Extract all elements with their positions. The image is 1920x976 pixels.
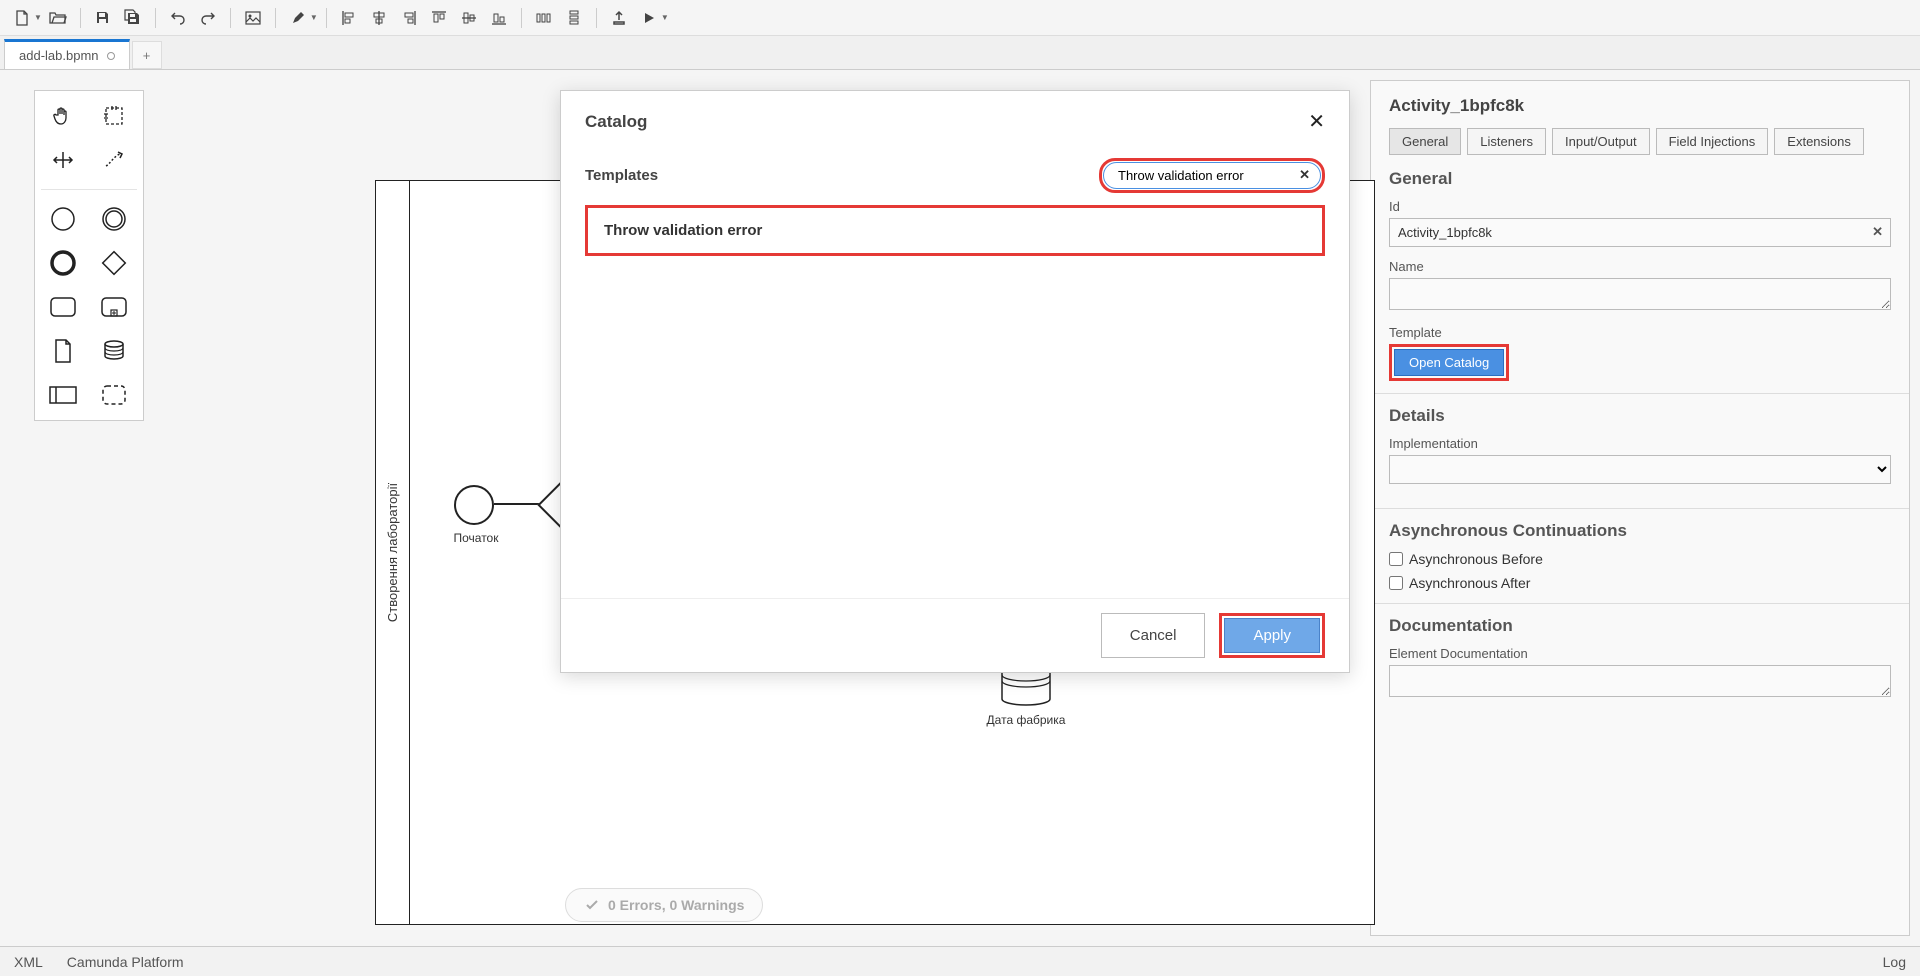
space-tool-icon[interactable] [41,141,85,179]
element-doc-label: Element Documentation [1389,646,1891,661]
align-right-icon[interactable] [395,4,423,32]
participant-icon[interactable] [41,376,85,414]
data-store-label: Дата фабрика [966,713,1086,727]
footer-bar: XML Camunda Platform Log [0,946,1920,976]
status-text: 0 Errors, 0 Warnings [608,897,744,913]
general-group-title: General [1389,169,1891,189]
lane-label: Створення лабораторії [376,181,410,924]
name-input[interactable] [1389,278,1891,310]
file-tab[interactable]: add-lab.bpmn [4,39,130,69]
modal-title: Catalog [585,112,647,132]
templates-label: Templates [585,167,658,184]
tab-dirty-indicator [107,52,115,60]
footer-xml[interactable]: XML [14,954,43,970]
run-dropdown[interactable]: ▼ [661,13,669,22]
tab-general[interactable]: General [1389,128,1461,155]
async-group-title: Asynchronous Continuations [1389,521,1891,541]
distribute-h-icon[interactable] [530,4,558,32]
new-file-icon[interactable] [8,4,36,32]
apply-button[interactable]: Apply [1224,618,1320,653]
validation-status[interactable]: 0 Errors, 0 Warnings [565,888,763,922]
end-event-icon[interactable] [41,244,85,282]
align-left-icon[interactable] [335,4,363,32]
properties-tabs: General Listeners Input/Output Field Inj… [1389,128,1891,155]
check-icon [584,897,600,913]
separator [326,8,327,28]
tab-input-output[interactable]: Input/Output [1552,128,1650,155]
template-result-item[interactable]: Throw validation error [585,205,1325,256]
name-label: Name [1389,259,1891,274]
async-before-checkbox[interactable]: Asynchronous Before [1389,551,1891,567]
separator [155,8,156,28]
align-bottom-icon[interactable] [485,4,513,32]
hand-tool-icon[interactable] [41,97,85,135]
element-doc-input[interactable] [1389,665,1891,697]
save-icon[interactable] [89,4,117,32]
implementation-select[interactable] [1389,455,1891,484]
new-file-dropdown[interactable]: ▼ [34,13,42,22]
tab-listeners[interactable]: Listeners [1467,128,1546,155]
details-group-title: Details [1389,406,1891,426]
start-event-label: Початок [446,531,506,545]
async-after-checkbox[interactable]: Asynchronous After [1389,575,1891,591]
open-catalog-button[interactable]: Open Catalog [1394,349,1504,376]
redo-icon[interactable] [194,4,222,32]
documentation-group-title: Documentation [1389,616,1891,636]
element-id-header: Activity_1bpfc8k [1389,96,1891,116]
clear-search-icon[interactable]: ✕ [1299,167,1310,183]
toolbar: ▼ ▼ ▼ [0,0,1920,36]
highlight-icon[interactable] [284,4,312,32]
highlight-dropdown[interactable]: ▼ [310,13,318,22]
id-input[interactable] [1389,218,1891,247]
footer-platform[interactable]: Camunda Platform [67,954,184,970]
footer-log[interactable]: Log [1883,954,1906,970]
template-label: Template [1389,325,1891,340]
separator [521,8,522,28]
separator [596,8,597,28]
tab-field-injections[interactable]: Field Injections [1656,128,1769,155]
run-icon[interactable] [635,4,663,32]
group-icon[interactable] [92,376,136,414]
separator [230,8,231,28]
subprocess-icon[interactable] [92,288,136,326]
deploy-icon[interactable] [605,4,633,32]
separator [275,8,276,28]
start-event[interactable] [454,485,494,525]
image-icon[interactable] [239,4,267,32]
task-icon[interactable] [41,288,85,326]
tab-filename: add-lab.bpmn [19,48,99,63]
lasso-tool-icon[interactable] [92,97,136,135]
connect-tool-icon[interactable] [92,141,136,179]
add-tab-button[interactable]: + [132,41,162,69]
tab-bar: add-lab.bpmn + [0,36,1920,70]
intermediate-event-icon[interactable] [92,200,136,238]
start-event-icon[interactable] [41,200,85,238]
tab-extensions[interactable]: Extensions [1774,128,1864,155]
cancel-button[interactable]: Cancel [1101,613,1206,658]
clear-id-icon[interactable]: ✕ [1872,224,1883,240]
distribute-v-icon[interactable] [560,4,588,32]
id-label: Id [1389,199,1891,214]
open-file-icon[interactable] [44,4,72,32]
separator [80,8,81,28]
implementation-label: Implementation [1389,436,1891,451]
align-center-icon[interactable] [365,4,393,32]
undo-icon[interactable] [164,4,192,32]
align-top-icon[interactable] [425,4,453,32]
gateway-icon[interactable] [92,244,136,282]
close-icon[interactable]: ✕ [1308,109,1325,134]
palette [34,90,144,421]
data-object-icon[interactable] [41,332,85,370]
properties-panel: Activity_1bpfc8k General Listeners Input… [1370,80,1910,936]
align-middle-icon[interactable] [455,4,483,32]
template-search-input[interactable] [1103,162,1321,189]
catalog-modal: Catalog ✕ Templates ✕ Throw validation e… [560,90,1350,673]
data-store-icon[interactable] [92,332,136,370]
save-all-icon[interactable] [119,4,147,32]
